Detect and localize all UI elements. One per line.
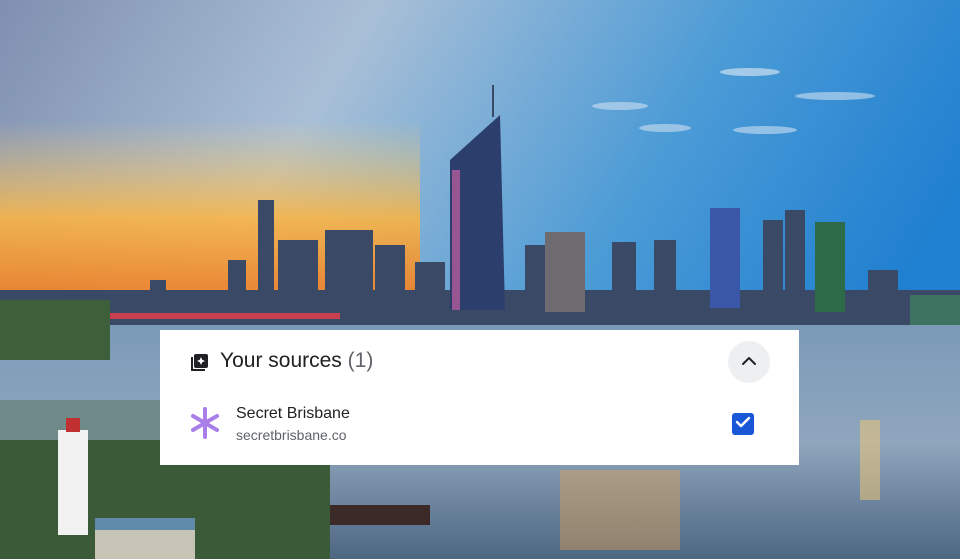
source-domain: secretbrisbane.co xyxy=(236,427,347,443)
sources-title: Your sources (1) xyxy=(220,349,373,373)
city-skyline-photo xyxy=(0,0,960,559)
source-checkbox[interactable] xyxy=(732,413,754,435)
asterisk-icon xyxy=(188,406,222,440)
collapse-sources-button[interactable] xyxy=(728,341,770,383)
sources-panel-header[interactable]: Your sources (1) xyxy=(160,330,799,392)
source-name: Secret Brisbane xyxy=(236,405,350,422)
sources-icon xyxy=(190,352,210,372)
checkmark-icon xyxy=(735,415,751,434)
chevron-up-icon xyxy=(741,353,757,371)
sources-count: (1) xyxy=(347,349,374,372)
sources-title-text: Your sources xyxy=(220,349,342,372)
source-item[interactable]: Secret Brisbane secretbrisbane.co xyxy=(160,396,799,446)
sources-panel: Your sources (1) Secret Brisbane secretb… xyxy=(160,330,799,465)
